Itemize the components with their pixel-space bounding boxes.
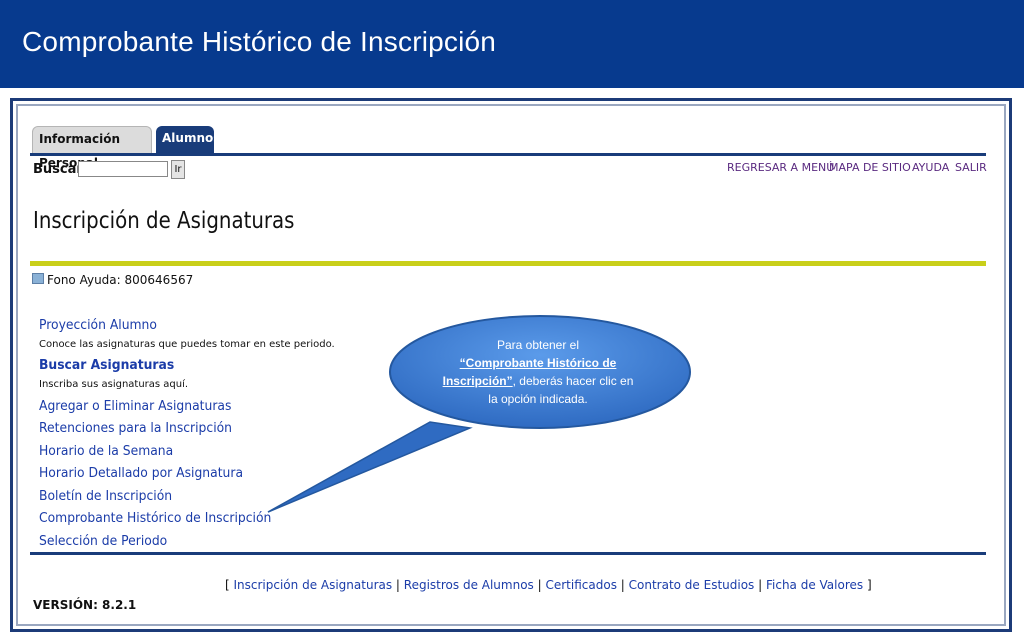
- search-label: Buscar: [33, 162, 83, 177]
- menu-proyeccion-alumno[interactable]: Proyección Alumno: [39, 318, 157, 333]
- footer-links: [ Inscripción de Asignaturas | Registros…: [225, 578, 872, 592]
- menu-boletin[interactable]: Boletín de Inscripción: [39, 489, 172, 504]
- footer-link-ficha[interactable]: Ficha de Valores: [766, 578, 863, 592]
- menu-buscar-asignaturas[interactable]: Buscar Asignaturas: [39, 358, 174, 373]
- help-chat-icon: [32, 273, 44, 284]
- footer-link-contrato[interactable]: Contrato de Estudios: [629, 578, 755, 592]
- tab-informacion-personal[interactable]: Información Personal: [32, 126, 152, 170]
- link-ayuda[interactable]: AYUDA: [912, 161, 949, 174]
- menu-proyeccion-desc: Conoce las asignaturas que puedes tomar …: [39, 339, 335, 350]
- help-phone-text: Fono Ayuda: 800646567: [47, 273, 194, 287]
- help-phone: Fono Ayuda: 800646567: [32, 273, 193, 287]
- menu-agregar-eliminar[interactable]: Agregar o Eliminar Asignaturas: [39, 399, 231, 414]
- menu-horario-detallado[interactable]: Horario Detallado por Asignatura: [39, 466, 243, 481]
- search-go-button[interactable]: Ir: [171, 160, 185, 179]
- menu-retenciones[interactable]: Retenciones para la Inscripción: [39, 421, 232, 436]
- bottom-divider: [30, 552, 986, 555]
- menu-seleccion-periodo[interactable]: Selección de Periodo: [39, 534, 167, 549]
- footer-link-certificados[interactable]: Certificados: [545, 578, 616, 592]
- footer-link-registros[interactable]: Registros de Alumnos: [404, 578, 534, 592]
- menu-buscar-desc: Inscriba sus asignaturas aquí.: [39, 379, 189, 390]
- version-label: VERSIÓN: 8.2.1: [33, 598, 137, 612]
- callout-line1: Para obtener el: [496, 338, 580, 352]
- callout-text: Para obtener el “Comprobante Histórico de…: [440, 336, 636, 408]
- search-input[interactable]: [78, 161, 168, 177]
- tab-divider: [30, 153, 986, 156]
- link-regresar-menu[interactable]: REGRESAR A MENÚ: [727, 161, 834, 174]
- slide-title: Comprobante Histórico de Inscripción: [22, 26, 497, 57]
- tab-alumnos[interactable]: Alumnos: [156, 126, 220, 154]
- menu-comprobante-historico[interactable]: Comprobante Histórico de Inscripción: [39, 511, 271, 526]
- page-heading: Inscripción de Asignaturas: [33, 208, 295, 234]
- accent-bar: [30, 261, 986, 266]
- link-salir[interactable]: SALIR: [955, 161, 987, 174]
- footer-link-inscripcion[interactable]: Inscripción de Asignaturas: [234, 578, 393, 592]
- menu-horario-semana[interactable]: Horario de la Semana: [39, 444, 173, 459]
- title-banner: Comprobante Histórico de Inscripción: [0, 0, 1024, 88]
- link-mapa-sitio[interactable]: MAPA DE SITIO: [829, 161, 911, 174]
